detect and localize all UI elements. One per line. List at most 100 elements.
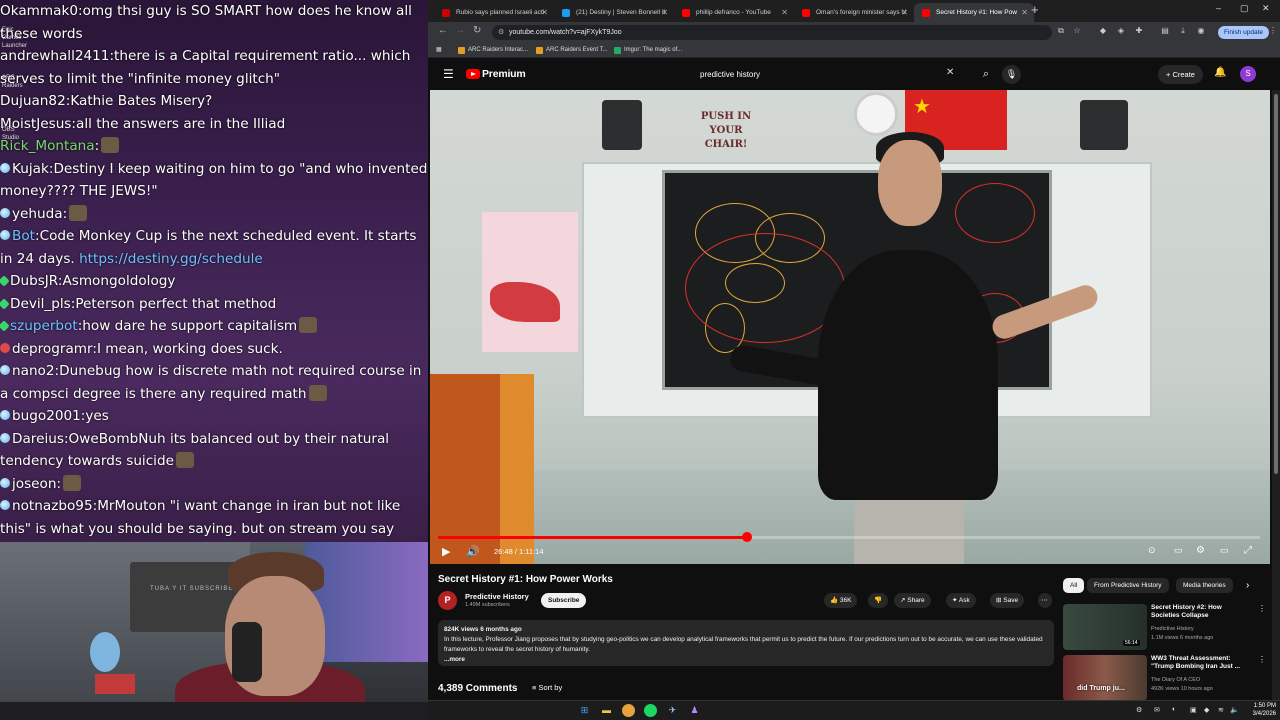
install-app-icon[interactable]: ⧉ — [1056, 26, 1066, 36]
chat-username[interactable]: Okammak0 — [0, 3, 78, 19]
chat-username[interactable]: notnazbo95 — [12, 498, 93, 514]
recommended-video[interactable]: 56:14 Secret History #2: How Societies C… — [1063, 604, 1266, 650]
close-icon[interactable]: ✕ — [661, 3, 668, 22]
close-window-icon[interactable]: ✕ — [1262, 3, 1270, 14]
more-vert-icon[interactable]: ⋮ — [1258, 655, 1266, 664]
video-thumbnail[interactable] — [1063, 655, 1147, 701]
hamburger-menu-icon[interactable]: ☰ — [443, 67, 454, 81]
chat-username[interactable]: szuperbot — [10, 318, 78, 334]
chat-username[interactable]: deprogramr — [12, 341, 92, 357]
profile-icon[interactable]: ◉ — [1196, 26, 1206, 36]
page-scrollbar[interactable] — [1272, 90, 1280, 700]
tray-icon[interactable]: ✉ — [1154, 706, 1160, 714]
chat-username[interactable]: bugo2001 — [12, 408, 81, 424]
url-field[interactable]: ⚙ youtube.com/watch?v=ajFXykT9Joo — [492, 25, 1052, 40]
maximize-icon[interactable]: ▢ — [1240, 3, 1249, 14]
chat-username[interactable]: andrewhall2411 — [0, 48, 109, 64]
notifications-bell-icon[interactable]: 🔔 — [1214, 67, 1226, 78]
app-icon[interactable]: ♟ — [688, 704, 701, 717]
browser-tab[interactable]: (21) Destiny | Steven Bonnell II ✕ — [554, 3, 674, 22]
share-button[interactable]: ↗ Share — [894, 593, 931, 608]
tray-icon[interactable]: ⚙ — [1136, 706, 1142, 714]
chip-media-theories[interactable]: Media theories — [1176, 578, 1233, 593]
extension-icon[interactable]: ◆ — [1098, 26, 1108, 36]
wifi-icon[interactable]: ≋ — [1218, 706, 1224, 714]
steam-icon[interactable]: ✈ — [666, 704, 679, 717]
sort-comments-button[interactable]: ≡ Sort by — [532, 683, 562, 692]
browser-tab[interactable]: phillip defranco - YouTube ✕ — [674, 3, 794, 22]
volume-icon[interactable]: 🔊 — [466, 545, 480, 558]
chat-username[interactable]: yehuda — [12, 206, 63, 222]
bookmark-item[interactable]: ARC Raiders Event T... — [536, 44, 608, 56]
close-icon[interactable]: ✕ — [1021, 3, 1028, 22]
chat-username[interactable]: Dujuan82 — [0, 93, 66, 109]
bookmark-item[interactable]: Imgur: The magic of... — [614, 44, 682, 56]
chat-username[interactable]: nano2 — [12, 363, 55, 379]
play-icon[interactable]: ▶ — [442, 545, 450, 558]
chat-username[interactable]: Bot — [12, 228, 35, 244]
chrome-icon[interactable] — [622, 704, 635, 717]
scrollbar-thumb[interactable] — [1274, 94, 1278, 474]
settings-gear-icon[interactable]: ⚙ — [1196, 545, 1205, 556]
file-explorer-icon[interactable]: ▬ — [600, 704, 613, 717]
download-icon[interactable]: ⤓ — [1178, 26, 1188, 36]
forward-arrow-icon[interactable]: → — [455, 25, 465, 36]
tray-icon[interactable]: ◆ — [1204, 706, 1209, 714]
chat-username[interactable]: joseon — [12, 476, 56, 492]
menu-kebab-icon[interactable]: ⋮ — [1268, 26, 1278, 36]
video-player[interactable]: ★ PUSH IN YOUR CHAIR! — [430, 90, 1270, 564]
recommended-title[interactable]: WW3 Threat Assessment: "Trump Bombing Ir… — [1151, 655, 1251, 671]
back-arrow-icon[interactable]: ← — [438, 25, 448, 36]
ask-button[interactable]: ✦ Ask — [946, 593, 976, 608]
subscribe-button[interactable]: Subscribe — [541, 593, 587, 608]
clear-search-icon[interactable]: ✕ — [946, 67, 954, 78]
windows-start-icon[interactable]: ⊞ — [578, 704, 591, 717]
show-more-link[interactable]: ...more — [444, 655, 1048, 665]
spotify-icon[interactable] — [644, 704, 657, 717]
chip-from-channel[interactable]: From Predictive History — [1087, 578, 1169, 593]
minimize-icon[interactable]: – — [1216, 3, 1221, 13]
create-button[interactable]: + Create — [1158, 65, 1203, 84]
extension-icon[interactable]: ◈ — [1116, 26, 1126, 36]
chat-link[interactable]: https://destiny.gg/schedule — [79, 251, 263, 267]
recommended-title[interactable]: Secret History #2: How Societies Collaps… — [1151, 604, 1251, 620]
search-button[interactable]: ⌕ — [968, 65, 1004, 84]
video-description[interactable]: 824K views 6 months ago In this lecture,… — [438, 620, 1054, 666]
recommended-video[interactable]: did Trump ju... WW3 Threat Assessment: "… — [1063, 655, 1266, 701]
volume-tray-icon[interactable]: 🔈 — [1230, 706, 1239, 714]
fullscreen-icon[interactable]: ⤢ — [1244, 545, 1252, 556]
theater-mode-icon[interactable]: ▭ — [1220, 545, 1229, 556]
tray-icon[interactable]: ▣ — [1190, 706, 1197, 714]
site-info-icon[interactable]: ⚙ — [498, 25, 504, 40]
browser-tab[interactable]: Oman's foreign minister says U ✕ — [794, 3, 914, 22]
apps-grid-icon[interactable]: ▦ — [436, 44, 442, 56]
chevron-right-icon[interactable]: › — [1246, 580, 1249, 591]
chat-username[interactable]: DubsJR — [10, 273, 58, 289]
taskbar-clock[interactable]: 1:50 PM 3/4/2026 — [1240, 702, 1276, 718]
bookmark-star-icon[interactable]: ☆ — [1072, 26, 1082, 36]
chat-username[interactable]: Kujak — [12, 161, 49, 177]
like-button[interactable]: 👍 36K — [824, 593, 858, 608]
chip-all[interactable]: All — [1063, 578, 1085, 593]
autoplay-toggle-icon[interactable]: ⊙ — [1148, 545, 1156, 556]
finish-update-button[interactable]: Finish update — [1218, 26, 1270, 39]
channel-name[interactable]: Predictive History — [465, 592, 529, 601]
youtube-logo-icon[interactable] — [466, 69, 480, 79]
close-icon[interactable]: ✕ — [781, 3, 788, 22]
youtube-premium-logo[interactable]: Premium — [482, 68, 526, 80]
progress-scrubber-handle[interactable] — [742, 532, 753, 542]
extensions-puzzle-icon[interactable]: ✚ — [1134, 26, 1144, 36]
more-actions-button[interactable]: ⋯ — [1038, 593, 1052, 608]
search-input[interactable]: predictive history — [690, 65, 966, 84]
dislike-button[interactable]: 👎 — [868, 593, 889, 608]
more-vert-icon[interactable]: ⋮ — [1258, 604, 1266, 613]
close-icon[interactable]: ✕ — [541, 3, 548, 22]
video-progress-bar[interactable] — [438, 532, 1260, 542]
channel-avatar[interactable]: P — [438, 591, 457, 610]
voice-search-mic-icon[interactable]: 🎙 — [1002, 65, 1021, 84]
tray-icon[interactable]: ◐ — [1172, 706, 1176, 713]
account-avatar[interactable]: S — [1240, 66, 1256, 82]
side-panel-icon[interactable]: ▤ — [1160, 26, 1170, 36]
save-button[interactable]: ⊞ Save — [990, 593, 1025, 608]
subtitles-icon[interactable]: ▭ — [1174, 545, 1183, 556]
